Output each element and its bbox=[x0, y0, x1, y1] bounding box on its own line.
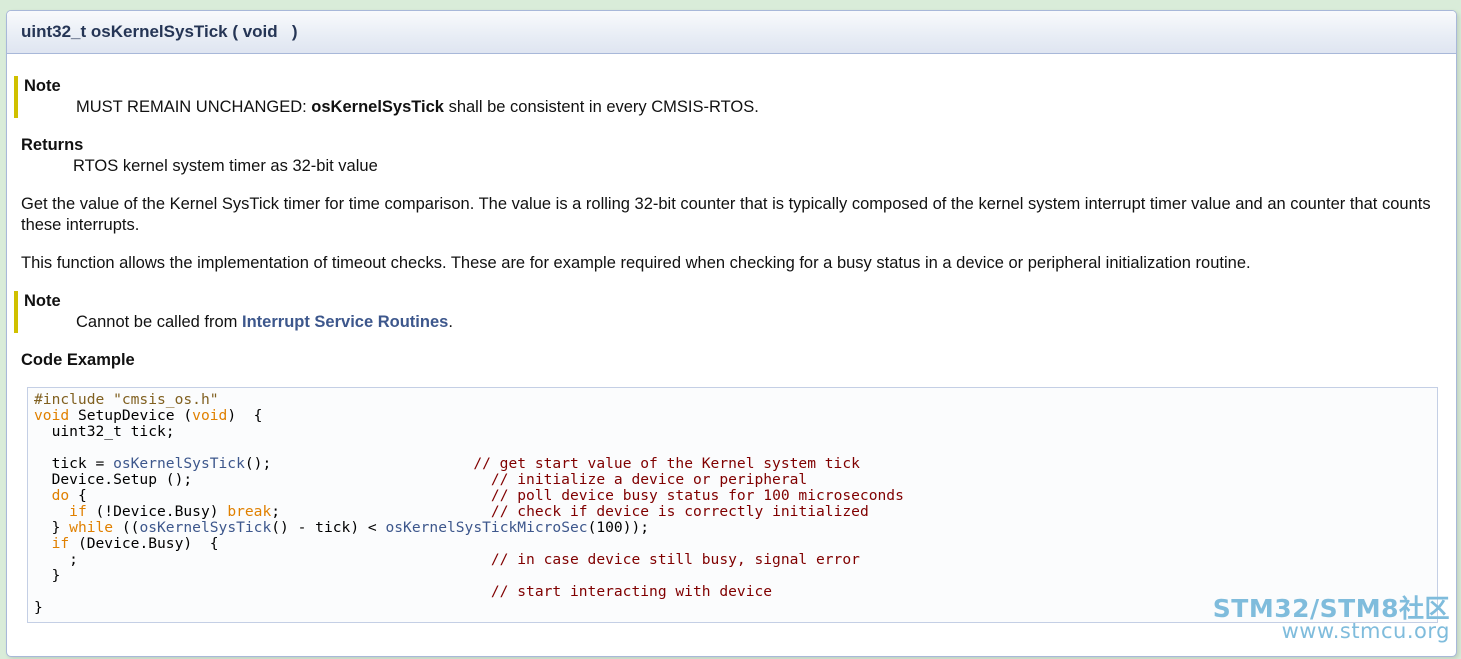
code-token: // check if device is correctly initiali… bbox=[490, 503, 869, 520]
watermark-url: www.stmcu.org bbox=[1281, 619, 1450, 643]
note-text: MUST REMAIN UNCHANGED: osKernelSysTick s… bbox=[76, 97, 1442, 118]
code-line: if (Device.Busy) { bbox=[34, 536, 1431, 552]
code-line: uint32_t tick; bbox=[34, 424, 1431, 440]
returns-text: RTOS kernel system timer as 32-bit value bbox=[73, 157, 378, 175]
code-token: (!Device.Busy) bbox=[86, 503, 228, 520]
code-token: (( bbox=[113, 519, 140, 536]
code-line: ; // in case device still busy, signal e… bbox=[34, 552, 1431, 568]
note-function-name: osKernelSysTick bbox=[311, 98, 444, 116]
note-text-prefix: MUST REMAIN UNCHANGED: bbox=[76, 98, 312, 116]
code-token: // poll device busy status for 100 micro… bbox=[490, 487, 904, 504]
code-token: // get start value of the Kernel system … bbox=[473, 455, 860, 472]
code-line: Device.Setup (); // initialize a device … bbox=[34, 472, 1431, 488]
code-token: osKernelSysTick bbox=[139, 519, 272, 536]
code-line: if (!Device.Busy) break; // check if dev… bbox=[34, 504, 1431, 520]
note2-text-suffix: . bbox=[448, 313, 453, 331]
function-description: Note MUST REMAIN UNCHANGED: osKernelSysT… bbox=[7, 54, 1456, 623]
code-line: #include "cmsis_os.h" bbox=[34, 392, 1431, 408]
returns-section: Returns RTOS kernel system timer as 32-b… bbox=[21, 135, 1442, 177]
code-token: if bbox=[51, 535, 70, 552]
code-line: do { // poll device busy status for 100 … bbox=[34, 488, 1431, 504]
code-token: { bbox=[69, 487, 491, 504]
code-example-block: #include "cmsis_os.h" void SetupDevice (v… bbox=[27, 387, 1438, 623]
function-prototype-header: uint32_t osKernelSysTick ( void ) bbox=[7, 11, 1456, 54]
code-token: "cmsis_os.h" bbox=[113, 391, 219, 408]
interrupt-service-routines-link[interactable]: Interrupt Service Routines bbox=[242, 313, 448, 331]
returns-title: Returns bbox=[21, 136, 84, 154]
code-line: void SetupDevice (void) { bbox=[34, 408, 1431, 424]
code-token: ; bbox=[34, 551, 491, 568]
code-token: break bbox=[227, 503, 272, 520]
code-line: } while ((osKernelSysTick() - tick) < os… bbox=[34, 520, 1431, 536]
code-token: (100)); bbox=[587, 519, 650, 536]
note-section-2: Note Cannot be called from Interrupt Ser… bbox=[14, 291, 1442, 333]
watermark: STM32/STM8社区 www.stmcu.org bbox=[1213, 596, 1450, 642]
code-example-title: Code Example bbox=[21, 350, 1442, 371]
description-paragraph-2: This function allows the implementation … bbox=[21, 254, 1251, 272]
code-token: // in case device still busy, signal err… bbox=[490, 551, 860, 568]
note-section: Note MUST REMAIN UNCHANGED: osKernelSysT… bbox=[14, 76, 1442, 118]
code-token: } bbox=[34, 519, 70, 536]
code-token: (Device.Busy) { bbox=[69, 535, 219, 552]
code-token: uint32_t tick; bbox=[34, 423, 175, 440]
note2-text-prefix: Cannot be called from bbox=[76, 313, 243, 331]
code-token: do bbox=[51, 487, 70, 504]
code-token: // start interacting with device bbox=[490, 583, 773, 600]
code-token: ; bbox=[271, 503, 491, 520]
note-title: Note bbox=[24, 77, 61, 95]
code-token: void bbox=[192, 407, 228, 424]
code-token: while bbox=[69, 519, 114, 536]
note-title-2: Note bbox=[24, 292, 61, 310]
code-token: if bbox=[69, 503, 87, 520]
code-token: #include bbox=[34, 391, 114, 408]
code-token: void bbox=[34, 407, 70, 424]
code-token: } bbox=[34, 599, 43, 616]
code-token: Device.Setup (); bbox=[34, 471, 491, 488]
description-paragraph-1: Get the value of the Kernel SysTick time… bbox=[21, 195, 1431, 234]
code-token: osKernelSysTick bbox=[113, 455, 245, 472]
code-line: } bbox=[34, 568, 1431, 584]
code-token: // initialize a device or peripheral bbox=[490, 471, 808, 488]
code-token: () - tick) < bbox=[271, 519, 386, 536]
watermark-logo-text: STM32/STM8社区 bbox=[1212, 594, 1450, 623]
note-text-2: Cannot be called from Interrupt Service … bbox=[76, 312, 1442, 333]
code-token: ) { bbox=[227, 407, 263, 424]
note-text-suffix: shall be consistent in every CMSIS-RTOS. bbox=[443, 98, 759, 116]
function-doc-panel: uint32_t osKernelSysTick ( void ) Note M… bbox=[6, 10, 1457, 657]
code-line: tick = osKernelSysTick(); // get start v… bbox=[34, 456, 1431, 472]
code-token: (); bbox=[244, 455, 474, 472]
code-token: SetupDevice ( bbox=[69, 407, 193, 424]
function-prototype: uint32_t osKernelSysTick ( void ) bbox=[21, 22, 298, 41]
code-token: } bbox=[34, 567, 61, 584]
code-example-heading: Code Example bbox=[21, 351, 135, 369]
code-token: osKernelSysTickMicroSec bbox=[385, 519, 588, 536]
code-token: tick = bbox=[34, 455, 114, 472]
